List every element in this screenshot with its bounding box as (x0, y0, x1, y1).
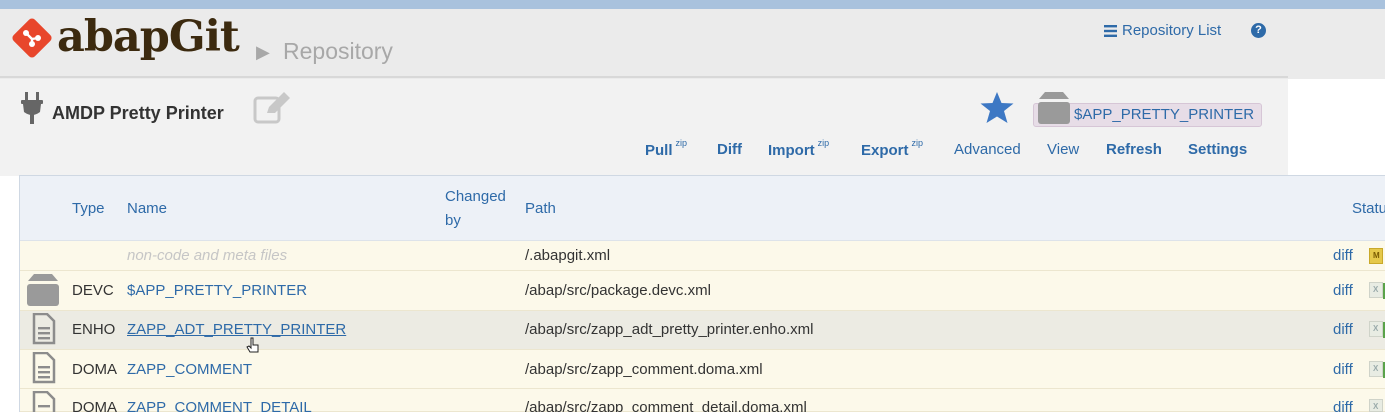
diff-menu-item[interactable]: Diff (717, 141, 742, 158)
row-diff-link[interactable]: diff (1333, 282, 1353, 299)
row-diff-link[interactable]: diff (1333, 399, 1353, 412)
repository-list-link[interactable]: Repository List (1104, 22, 1221, 39)
row-path: /abap/src/zapp_comment.doma.xml (525, 361, 763, 378)
breadcrumb-arrow-icon: ▶ (256, 42, 270, 62)
status-badge[interactable]: X (1369, 361, 1385, 378)
help-icon[interactable]: ? (1251, 23, 1266, 38)
export-menu-item[interactable]: Export zip (861, 138, 924, 159)
row-path: /abap/src/zapp_adt_pretty_printer.enho.x… (525, 321, 814, 338)
status-badge[interactable]: X (1369, 282, 1385, 299)
edit-icon[interactable] (253, 91, 291, 125)
export-zip-label[interactable]: zip (912, 138, 924, 148)
view-menu-item[interactable]: View (1047, 141, 1079, 158)
column-header-path[interactable]: Path (525, 200, 556, 217)
repo-name: AMDP Pretty Printer (52, 103, 224, 123)
status-badge[interactable]: X (1369, 399, 1383, 412)
favorite-star-icon[interactable] (979, 91, 1015, 125)
status-badge[interactable]: X (1369, 321, 1385, 338)
file-icon (32, 352, 56, 384)
row-diff-link[interactable]: diff (1333, 321, 1353, 338)
import-menu-item[interactable]: Import zip (768, 138, 830, 159)
row-type: ENHO (72, 321, 116, 338)
window-top-border (0, 0, 1385, 9)
package-icon (27, 274, 59, 306)
column-header-status[interactable]: Status (1352, 200, 1385, 217)
row-diff-link[interactable]: diff (1333, 247, 1353, 264)
row-path: /abap/src/zapp_comment_detail.doma.xml (525, 399, 807, 412)
package-badge-label: $APP_PRETTY_PRINTER (1074, 106, 1255, 123)
row-path: /.abapgit.xml (525, 247, 611, 264)
row-name-link[interactable]: ZAPP_COMMENT_DETAIL (127, 399, 312, 412)
import-zip-label[interactable]: zip (818, 138, 830, 148)
refresh-menu-item[interactable]: Refresh (1106, 141, 1162, 158)
pull-menu-item[interactable]: Pull zip (645, 138, 688, 159)
column-header-changed-by[interactable]: Changed (445, 188, 506, 205)
column-header-changed-by-line2[interactable]: by (445, 212, 461, 229)
row-type: DOMA (72, 361, 117, 378)
advanced-menu-item[interactable]: Advanced (954, 141, 1021, 158)
column-header-type[interactable]: Type (72, 200, 105, 217)
pull-zip-label[interactable]: zip (676, 138, 688, 148)
row-name-link[interactable]: $APP_PRETTY_PRINTER (127, 282, 307, 299)
package-icon (1038, 92, 1070, 124)
header-divider (0, 76, 1288, 78)
row-type: DEVC (72, 282, 114, 299)
repo-info-panel (0, 79, 1288, 176)
plug-icon (21, 92, 43, 124)
abapgit-logo-icon[interactable] (11, 17, 53, 59)
file-icon (32, 313, 56, 345)
file-icon (32, 391, 56, 412)
row-name-link[interactable]: ZAPP_COMMENT (127, 361, 252, 378)
row-name-link[interactable]: ZAPP_ADT_PRETTY_PRINTER (127, 321, 346, 338)
table-header (20, 176, 1385, 241)
repository-list-label: Repository List (1122, 22, 1222, 39)
row-diff-link[interactable]: diff (1333, 361, 1353, 378)
list-icon (1104, 24, 1117, 37)
row-path: /abap/src/package.devc.xml (525, 282, 711, 299)
row-name: non-code and meta files (127, 247, 288, 264)
hand-cursor-icon (246, 337, 259, 353)
settings-menu-item[interactable]: Settings (1188, 141, 1247, 158)
breadcrumb-current: Repository (283, 38, 393, 64)
status-badge[interactable]: M (1369, 248, 1383, 264)
column-header-name[interactable]: Name (127, 200, 167, 217)
row-type: DOMA (72, 399, 117, 412)
app-logo-text[interactable]: abapGit (57, 12, 240, 62)
